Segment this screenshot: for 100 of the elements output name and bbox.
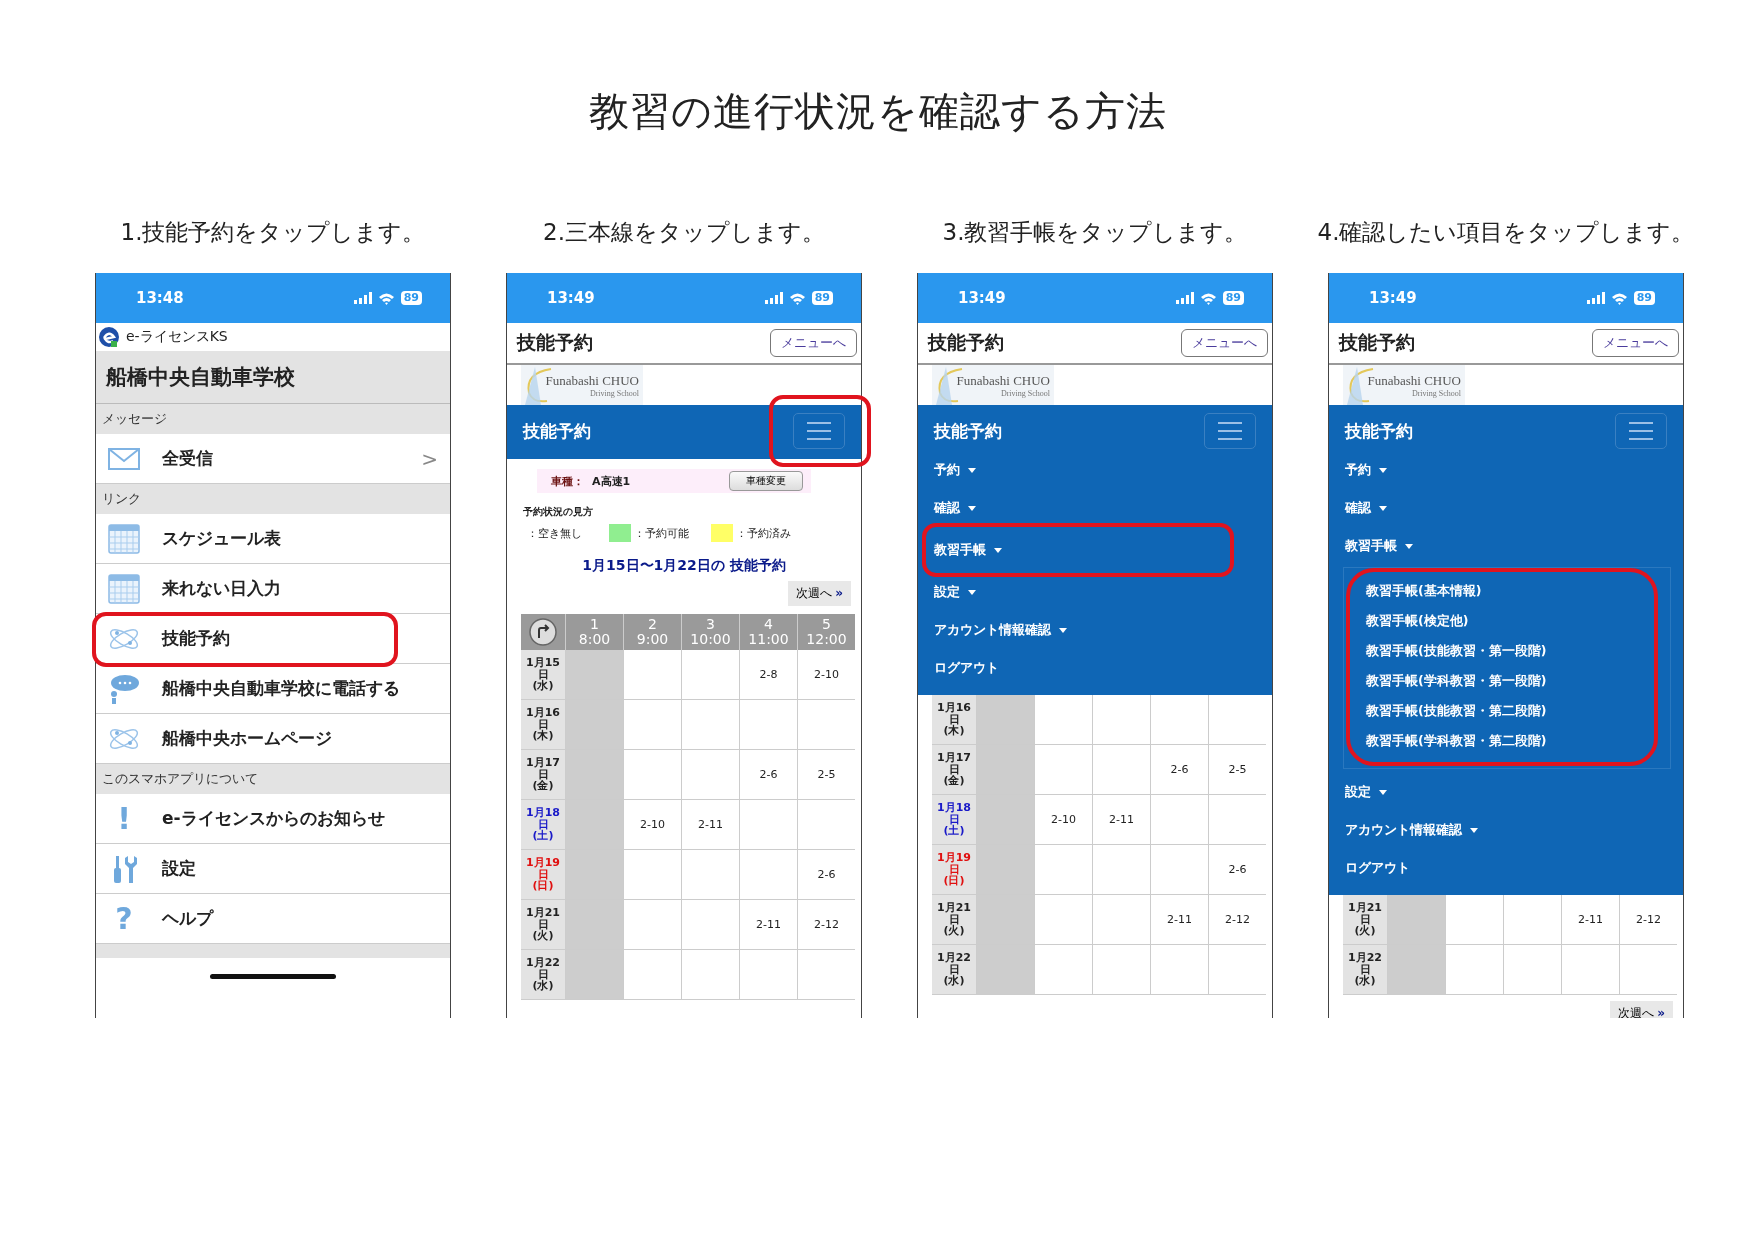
- slot-cell: 2-6: [797, 850, 855, 899]
- submenu-item[interactable]: 教習手帳(技能教習・第二段階): [1366, 696, 1670, 726]
- date-text: 1月17日: [525, 757, 561, 781]
- slot-cell: 2-6: [1150, 745, 1208, 794]
- step-caption: 1.技能予約をタップします。: [120, 218, 426, 247]
- caret-icon: [968, 467, 976, 473]
- slot-header: 2 9:00: [623, 614, 681, 650]
- signal-icon: [353, 292, 372, 304]
- clock-time: 13:49: [1369, 289, 1417, 307]
- nav-item[interactable]: アカウント情報確認: [1329, 811, 1683, 849]
- menu-item[interactable]: 船橋中央自動車学校に電話する: [96, 664, 450, 714]
- menu-item[interactable]: 来れない日入力: [96, 564, 450, 614]
- weekday-text: (日): [532, 880, 554, 892]
- weekday-text: (火): [943, 925, 965, 937]
- screen-title: 技能予約: [928, 330, 1004, 355]
- clock-time: 13:49: [547, 289, 595, 307]
- date-text: 1月16日: [936, 702, 972, 726]
- logo-text: Funabashi CHUO: [1367, 372, 1461, 389]
- nav-item[interactable]: アカウント情報確認: [918, 611, 1272, 649]
- screen-title: 技能予約: [1339, 330, 1415, 355]
- section-label: リンク: [96, 484, 450, 514]
- nav-item[interactable]: 設定: [1329, 773, 1683, 811]
- menu-button[interactable]: [1615, 413, 1667, 449]
- step-caption: 2.三本線をタップします。: [543, 218, 825, 247]
- clock-time: 13:49: [958, 289, 1006, 307]
- next-week-button[interactable]: 次週へ »: [1610, 1001, 1673, 1018]
- wifi-icon: [1199, 291, 1217, 305]
- date-text: 1月22日: [936, 952, 972, 976]
- weekday-text: (土): [532, 830, 554, 842]
- nav-title: 技能予約: [523, 419, 591, 443]
- caret-icon: [1059, 627, 1067, 633]
- chevron: >: [421, 446, 438, 471]
- caret-icon: [994, 547, 1002, 553]
- slot-cell: 2-10: [1034, 795, 1092, 844]
- menu-link-button[interactable]: メニューへ: [1181, 329, 1268, 357]
- menu-link-button[interactable]: メニューへ: [770, 329, 857, 357]
- weekday-text: (土): [943, 825, 965, 837]
- step-caption: 4.確認したい項目をタップします。: [1317, 218, 1695, 247]
- date-text: 1月15日: [525, 657, 561, 681]
- car-type-value: A高速1: [592, 473, 631, 489]
- slot-cell: 2-6: [1208, 845, 1266, 894]
- nav-item[interactable]: 予約: [918, 451, 1272, 489]
- date-text: 1月19日: [525, 857, 561, 881]
- date-text: 1月17日: [936, 752, 972, 776]
- caret-icon: [968, 505, 976, 511]
- menu-button[interactable]: [793, 413, 845, 449]
- slot-header: 5 12:00: [797, 614, 855, 650]
- weekday-text: (日): [943, 875, 965, 887]
- logo-text: Driving School: [589, 388, 639, 398]
- glyph-icon: !: [108, 803, 140, 834]
- date-text: 1月19日: [936, 852, 972, 876]
- menu-icon: [807, 422, 831, 440]
- nav-item[interactable]: 確認: [1329, 489, 1683, 527]
- menu-item[interactable]: 設定: [96, 844, 450, 894]
- slot-header: 4 11:00: [739, 614, 797, 650]
- weekday-text: (水): [943, 975, 965, 987]
- slot-cell: 2-11: [681, 800, 739, 849]
- menu-item[interactable]: ! e-ライセンスからのお知らせ: [96, 794, 450, 844]
- menu-item[interactable]: スケジュール表: [96, 514, 450, 564]
- submenu-item[interactable]: 教習手帳(基本情報): [1366, 576, 1670, 606]
- submenu-item[interactable]: 教習手帳(技能教習・第一段階): [1366, 636, 1670, 666]
- caret-icon: [1405, 543, 1413, 549]
- weekday-text: (火): [532, 930, 554, 942]
- wifi-icon: [377, 291, 395, 305]
- nav-item[interactable]: 教習手帳: [922, 523, 1234, 577]
- nav-title: 技能予約: [1345, 419, 1413, 443]
- weekday-text: (木): [532, 730, 554, 742]
- battery-level: 89: [400, 291, 422, 305]
- date-text: 1月21日: [525, 907, 561, 931]
- weekday-text: (火): [1354, 925, 1376, 937]
- wifi-icon: [788, 291, 806, 305]
- chat-person-icon: [108, 673, 140, 704]
- slot-cell: 2-12: [1619, 895, 1677, 944]
- date-text: 1月16日: [525, 707, 561, 731]
- submenu-item[interactable]: 教習手帳(学科教習・第一段階): [1366, 666, 1670, 696]
- caret-icon: [1379, 467, 1387, 473]
- nav-item[interactable]: ログアウト: [918, 649, 1272, 687]
- next-week-button[interactable]: 次週へ »: [788, 581, 851, 606]
- date-text: 1月21日: [936, 902, 972, 926]
- menu-button[interactable]: [1204, 413, 1256, 449]
- nav-item[interactable]: 予約: [1329, 451, 1683, 489]
- weekday-text: (木): [943, 725, 965, 737]
- submenu-item[interactable]: 教習手帳(学科教習・第二段階): [1366, 726, 1670, 756]
- school-name: 船橋中央自動車学校: [96, 351, 450, 404]
- slot-cell: 2-10: [797, 650, 855, 699]
- menu-link-button[interactable]: メニューへ: [1592, 329, 1679, 357]
- logo-text: Funabashi CHUO: [545, 372, 639, 389]
- nav-item[interactable]: 教習手帳: [1329, 527, 1683, 565]
- nav-item[interactable]: ログアウト: [1329, 849, 1683, 887]
- section-label: このスマホアプリについて: [96, 764, 450, 794]
- logo-text: Driving School: [1411, 388, 1461, 398]
- page-title: 教習の進行状況を確認する方法: [587, 87, 1168, 136]
- battery-level: 89: [1633, 291, 1655, 305]
- menu-item[interactable]: 技能予約: [96, 614, 450, 664]
- change-car-button[interactable]: 車種変更: [729, 471, 803, 491]
- caret-icon: [1379, 505, 1387, 511]
- slot-cell: 2-12: [1208, 895, 1266, 944]
- submenu-item[interactable]: 教習手帳(検定他): [1366, 606, 1670, 636]
- slot-cell: 2-8: [739, 650, 797, 699]
- app-logo-icon: [98, 326, 120, 348]
